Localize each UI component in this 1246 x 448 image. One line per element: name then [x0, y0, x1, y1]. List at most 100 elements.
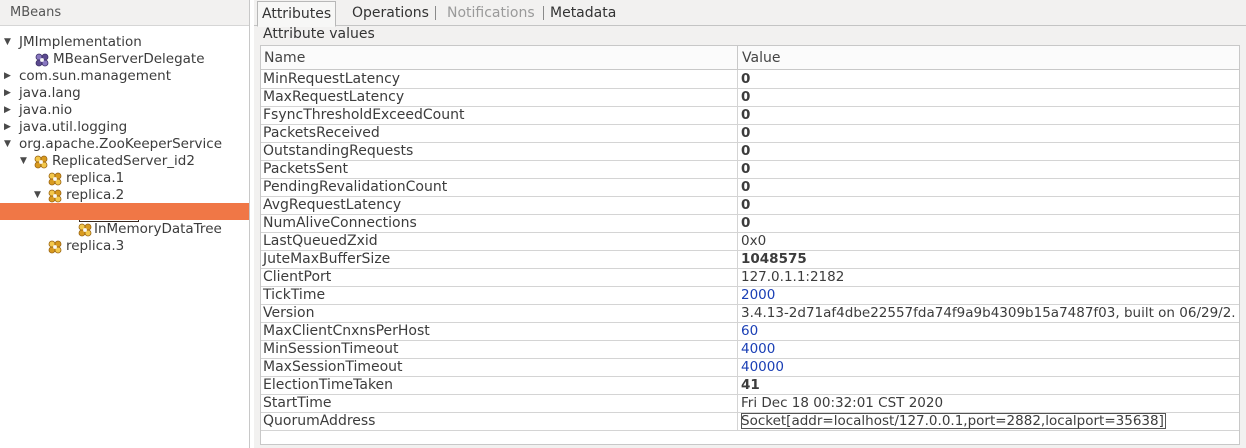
attribute-value-editable[interactable]: 4000 [741, 340, 1235, 358]
tree-node-label: replica.3 [66, 238, 125, 254]
attribute-name: MaxSessionTimeout [263, 359, 403, 375]
attribute-row-version[interactable]: Version 3.4.13-2d71af4dbe22557fda74f9a9b4… [261, 304, 1239, 323]
attribute-row-max-request-latency[interactable]: MaxRequestLatency 0 [261, 88, 1239, 107]
attribute-row-num-alive-connections[interactable]: NumAliveConnections 0 [261, 214, 1239, 233]
attribute-row-jute-max-buffer-size[interactable]: JuteMaxBufferSize 1048575 [261, 250, 1239, 269]
attribute-name: QuorumAddress [263, 413, 376, 429]
attribute-name: PacketsReceived [263, 125, 380, 141]
attribute-row-max-session-timeout[interactable]: MaxSessionTimeout 40000 [261, 358, 1239, 377]
column-divider [737, 340, 738, 358]
attribute-values-title: Attribute values [263, 26, 375, 42]
attribute-row-start-time[interactable]: StartTime Fri Dec 18 00:32:01 CST 2020 [261, 394, 1239, 413]
column-divider [737, 70, 738, 88]
attribute-name: AvgRequestLatency [263, 197, 402, 213]
attribute-row-max-client-cnxns-per-host[interactable]: MaxClientCnxnsPerHost 60 [261, 322, 1239, 341]
attribute-name: LastQueuedZxid [263, 233, 378, 249]
attribute-value-editable[interactable]: 2000 [741, 286, 1235, 304]
attribute-value: 41 [741, 377, 760, 393]
tab-attributes[interactable]: Attributes [257, 1, 337, 27]
expand-right-icon[interactable]: ▶ [4, 102, 16, 119]
attribute-row-quorum-address[interactable]: QuorumAddress Socket[addr=localhost/127.0… [261, 412, 1239, 431]
mbean-details-panel: Attributes Operations Notifications Meta… [254, 0, 1246, 448]
attribute-row-outstanding-requests[interactable]: OutstandingRequests 0 [261, 142, 1239, 161]
mbean-gold-icon [34, 155, 48, 169]
tree-node-zookeeper-service[interactable]: ▼ org.apache.ZooKeeperService [0, 136, 249, 153]
attribute-row-min-request-latency[interactable]: MinRequestLatency 0 [261, 70, 1239, 89]
attribute-table-header: Name Value [261, 46, 1239, 70]
tree-node-replicatedserver-id2[interactable]: ▼ ReplicatedServer_id2 [0, 153, 249, 170]
attribute-row-avg-request-latency[interactable]: AvgRequestLatency 0 [261, 196, 1239, 215]
attribute-name: OutstandingRequests [263, 143, 414, 159]
attribute-name: StartTime [263, 395, 332, 411]
expand-down-icon[interactable]: ▼ [4, 34, 16, 51]
tree-node-replica-1[interactable]: replica.1 [0, 170, 249, 187]
attribute-value-editable[interactable]: 60 [741, 322, 1235, 340]
attribute-name: Version [263, 305, 315, 321]
column-divider [737, 142, 738, 160]
attribute-name: MaxRequestLatency [263, 89, 405, 105]
tab-notifications: Notifications [447, 5, 535, 21]
tree-node-label: replica.1 [66, 170, 125, 186]
tree-node-java-nio[interactable]: ▶ java.nio [0, 102, 249, 119]
tree-node-java-util-logging[interactable]: ▶ java.util.logging [0, 119, 249, 136]
tree-node-label: org.apache.ZooKeeperService [19, 136, 223, 152]
column-header-value[interactable]: Value [742, 46, 780, 69]
attribute-value: 0 [741, 125, 751, 141]
attribute-value: 127.0.1.1:2182 [741, 269, 845, 285]
attribute-value: 3.4.13-2d71af4dbe22557fda74f9a9b4309b15a… [741, 305, 1235, 321]
tree-node-mbeanserverdelegate[interactable]: MBeanServerDelegate [0, 51, 249, 68]
attribute-value: 0 [741, 89, 751, 105]
attribute-name: MinRequestLatency [263, 71, 401, 87]
tab-metadata[interactable]: Metadata [546, 0, 620, 25]
attribute-row-last-queued-zxid[interactable]: LastQueuedZxid 0x0 [261, 232, 1239, 251]
attribute-value-text: Socket[addr=localhost/127.0.0.1,port=288… [741, 413, 1166, 429]
attribute-row-pending-revalidation-count[interactable]: PendingRevalidationCount 0 [261, 178, 1239, 197]
column-divider[interactable] [737, 46, 738, 69]
tree-node-label: ReplicatedServer_id2 [52, 153, 195, 169]
tree-node-java-lang[interactable]: ▶ java.lang [0, 85, 249, 102]
column-divider [737, 232, 738, 250]
expand-right-icon[interactable]: ▶ [4, 68, 16, 85]
attribute-row-packets-sent[interactable]: PacketsSent 0 [261, 160, 1239, 179]
column-divider [737, 322, 738, 340]
column-divider [737, 88, 738, 106]
tree-node-com-sun-management[interactable]: ▶ com.sun.management [0, 68, 249, 85]
column-divider [737, 304, 738, 322]
tab-operations[interactable]: Operations [348, 0, 433, 25]
tree-node-inmemorydatatree[interactable]: InMemoryDataTree [0, 221, 249, 238]
attribute-name: TickTime [263, 287, 326, 303]
column-divider [737, 268, 738, 286]
tab-separator [435, 6, 436, 20]
column-header-name[interactable]: Name [264, 46, 305, 69]
expand-right-icon[interactable]: ▶ [4, 85, 16, 102]
attribute-row-fsync-threshold-exceed-count[interactable]: FsyncThresholdExceedCount 0 [261, 106, 1239, 125]
attribute-row-packets-received[interactable]: PacketsReceived 0 [261, 124, 1239, 143]
expand-down-icon[interactable]: ▼ [4, 136, 16, 153]
column-divider [737, 124, 738, 142]
tree-node-label: JMImplementation [19, 34, 142, 50]
tree-node-jmimplementation[interactable]: ▼ JMImplementation [0, 34, 249, 51]
mbean-tree-header: MBeans [0, 0, 249, 26]
attribute-value: Fri Dec 18 00:32:01 CST 2020 [741, 395, 944, 411]
attribute-value: 0 [741, 143, 751, 159]
expand-down-icon[interactable]: ▼ [34, 187, 46, 204]
attribute-row-client-port[interactable]: ClientPort 127.0.1.1:2182 [261, 268, 1239, 287]
attribute-value: Socket[addr=localhost/127.0.0.1,port=288… [741, 412, 1235, 430]
tree-node-replica-3[interactable]: replica.3 [0, 238, 249, 255]
mbean-gold-icon [48, 172, 62, 186]
expand-down-icon[interactable]: ▼ [20, 153, 32, 170]
tree-node-label: InMemoryDataTree [94, 221, 222, 237]
attribute-value: 0 [741, 71, 751, 87]
attribute-row-election-time-taken[interactable]: ElectionTimeTaken 41 [261, 376, 1239, 395]
attribute-name: MaxClientCnxnsPerHost [263, 323, 430, 339]
attribute-value: 0 [741, 215, 751, 231]
tree-node-label: MBeanServerDelegate [53, 51, 205, 67]
tree-node-replica-2[interactable]: ▼ replica.2 [0, 187, 249, 204]
attribute-row-min-session-timeout[interactable]: MinSessionTimeout 4000 [261, 340, 1239, 359]
tree-selection-highlight [0, 203, 249, 220]
expand-right-icon[interactable]: ▶ [4, 119, 16, 136]
tree-node-label: java.util.logging [19, 119, 128, 135]
attribute-name: MinSessionTimeout [263, 341, 399, 357]
attribute-row-tick-time[interactable]: TickTime 2000 [261, 286, 1239, 305]
attribute-value-editable[interactable]: 40000 [741, 358, 1235, 376]
